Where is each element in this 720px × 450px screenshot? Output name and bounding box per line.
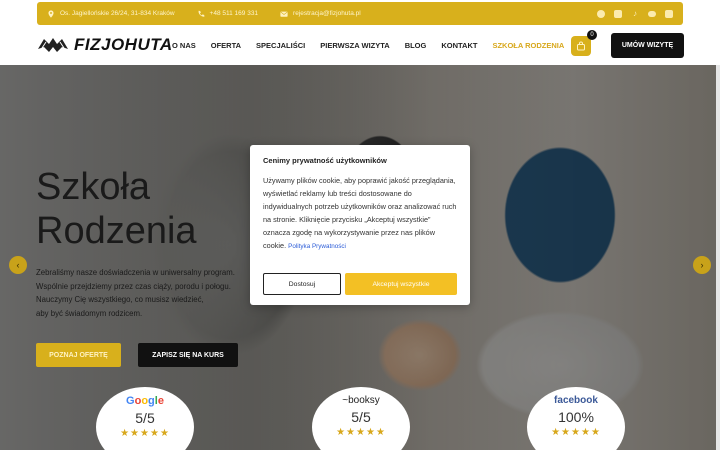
nav-menu: O NAS OFERTA SPECJALIŚCI PIERWSZA WIZYTA… bbox=[172, 41, 579, 50]
main-navigation: FIZJOHUTA O NAS OFERTA SPECJALIŚCI PIERW… bbox=[0, 25, 720, 65]
instagram-icon[interactable] bbox=[614, 9, 622, 18]
top-info-bar: Os. Jagiellońskie 26/24, 31-834 Kraków +… bbox=[37, 2, 683, 25]
accept-all-button[interactable]: Akceptuj wszystkie bbox=[345, 273, 457, 295]
booksy-logo: ~booksy bbox=[342, 395, 380, 406]
chevron-left-icon: ‹ bbox=[16, 260, 20, 270]
chevron-right-icon: › bbox=[700, 260, 704, 270]
location-pin-icon bbox=[48, 9, 54, 18]
facebook-logo: facebook bbox=[554, 395, 598, 406]
cookie-buttons: Dostosuj Akceptuj wszystkie bbox=[263, 273, 457, 295]
cookie-body: Używamy plików cookie, aby poprawić jako… bbox=[263, 176, 457, 250]
nav-item-oferta[interactable]: OFERTA bbox=[211, 41, 241, 50]
slider-next-button[interactable]: › bbox=[693, 256, 711, 274]
facebook-rating-card: facebook 100% ★★★★★ bbox=[527, 387, 625, 450]
nav-item-o-nas[interactable]: O NAS bbox=[172, 41, 196, 50]
nav-item-kontakt[interactable]: KONTAKT bbox=[441, 41, 477, 50]
cart-button[interactable]: 0 bbox=[571, 30, 597, 56]
signup-course-button[interactable]: ZAPISZ SIĘ NA KURS bbox=[138, 343, 238, 367]
booksy-rating-card: ~booksy 5/5 ★★★★★ bbox=[312, 387, 410, 450]
google-logo: Google bbox=[126, 395, 164, 407]
mail-icon bbox=[280, 11, 288, 17]
address-item[interactable]: Os. Jagiellońskie 26/24, 31-834 Kraków bbox=[47, 9, 175, 18]
book-visit-button[interactable]: UMÓW WIZYTĘ bbox=[611, 33, 684, 58]
cart-count-badge: 0 bbox=[587, 30, 597, 40]
booksy-stars: ★★★★★ bbox=[336, 427, 386, 438]
phone-item[interactable]: +48 511 169 331 bbox=[197, 10, 259, 18]
logo[interactable]: FIZJOHUTA bbox=[36, 35, 173, 55]
facebook-score: 100% bbox=[558, 409, 594, 425]
hero-title-line-1: Szkoła bbox=[36, 166, 151, 208]
facebook-icon[interactable] bbox=[597, 9, 605, 18]
email-text: rejestracja@fizjohuta.pl bbox=[293, 10, 361, 17]
nav-item-specjalisci[interactable]: SPECJALIŚCI bbox=[256, 41, 305, 50]
facebook-stars: ★★★★★ bbox=[551, 427, 601, 438]
email-item[interactable]: rejestracja@fizjohuta.pl bbox=[280, 10, 361, 18]
hero-title-line-2: Rodzenia bbox=[36, 210, 197, 252]
hero-description: Zebraliśmy nasze doświadczenia w uniwers… bbox=[36, 266, 276, 320]
address-text: Os. Jagiellońskie 26/24, 31-834 Kraków bbox=[60, 10, 175, 17]
linkedin-icon[interactable] bbox=[665, 9, 673, 18]
cookie-title: Cenimy prywatność użytkowników bbox=[263, 156, 387, 165]
hero-desc-line-4: aby być świadomym rodzicem. bbox=[36, 308, 143, 318]
logo-mark-icon bbox=[38, 38, 68, 52]
hero-desc-line-3: Nauczymy Cię wszystkiego, co musisz wied… bbox=[36, 295, 204, 304]
hero-desc-line-1: Zebraliśmy nasze doświadczenia w uniwers… bbox=[36, 268, 235, 277]
phone-icon bbox=[198, 10, 204, 17]
tiktok-icon[interactable]: ♪ bbox=[631, 9, 639, 18]
customize-button[interactable]: Dostosuj bbox=[263, 273, 341, 295]
google-stars: ★★★★★ bbox=[120, 428, 170, 439]
slider-prev-button[interactable]: ‹ bbox=[9, 256, 27, 274]
youtube-icon[interactable] bbox=[648, 10, 656, 17]
shopping-bag-icon bbox=[577, 41, 585, 51]
privacy-policy-link[interactable]: Polityka Prywatności bbox=[288, 243, 346, 250]
page: Os. Jagiellońskie 26/24, 31-834 Kraków +… bbox=[0, 0, 720, 450]
google-score: 5/5 bbox=[135, 410, 155, 426]
cookie-text: Używamy plików cookie, aby poprawić jako… bbox=[263, 174, 457, 253]
page-scrollbar[interactable] bbox=[716, 65, 720, 450]
hero-desc-line-2: Wspólnie przejdziemy przez czas ciąży, p… bbox=[36, 281, 231, 291]
view-offer-button[interactable]: POZNAJ OFERTĘ bbox=[36, 343, 121, 367]
nav-item-blog[interactable]: BLOG bbox=[405, 41, 427, 50]
cookie-consent-modal: Cenimy prywatność użytkowników Używamy p… bbox=[250, 145, 470, 305]
google-rating-card: Google 5/5 ★★★★★ bbox=[96, 387, 194, 450]
nav-item-pierwsza-wizyta[interactable]: PIERWSZA WIZYTA bbox=[320, 41, 389, 50]
hero-title: Szkoła Rodzenia bbox=[36, 165, 197, 253]
nav-item-szkola-rodzenia[interactable]: SZKOŁA RODZENIA bbox=[492, 41, 564, 50]
logo-text: FIZJOHUTA bbox=[74, 35, 173, 54]
phone-text: +48 511 169 331 bbox=[209, 10, 259, 17]
booksy-score: 5/5 bbox=[351, 409, 371, 425]
social-links: ♪ bbox=[597, 9, 673, 18]
